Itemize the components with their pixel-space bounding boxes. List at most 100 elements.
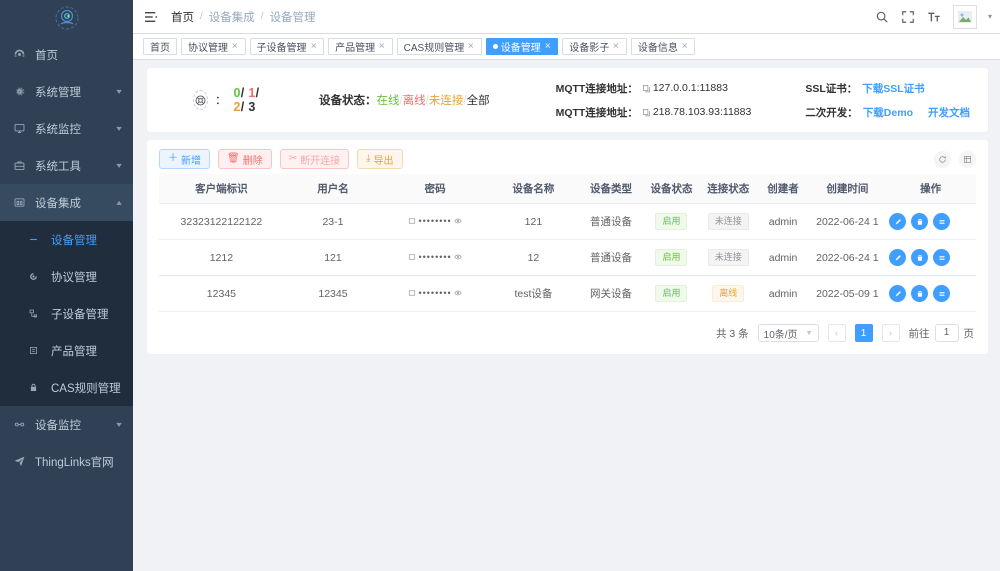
chevron-down-icon[interactable]: ▾ (988, 12, 992, 21)
status-filter-unconnected[interactable]: 未连接 (429, 95, 464, 107)
sidebar: 首页 系统管理 ▾ 系统监控 ▾ 系统工具 ▾ 设备集成 ▴ 设备管理 协议管理… (0, 0, 133, 571)
more-icon[interactable] (933, 249, 951, 266)
col-device-name[interactable]: 设备名称 (488, 174, 579, 204)
col-username[interactable]: 用户名 (283, 174, 383, 204)
close-icon[interactable]: ✕ (310, 42, 317, 52)
next-page-button[interactable]: › (881, 324, 900, 342)
sidebar-item-device-integration[interactable]: 设备集成 ▴ (0, 184, 133, 221)
close-icon[interactable]: ✕ (544, 42, 551, 52)
chevron-down-icon: ▾ (116, 87, 122, 96)
tab-device-info[interactable]: 设备信息 ✕ (630, 38, 696, 55)
breadcrumb-item[interactable]: 设备集成 (209, 9, 255, 25)
cell-password: •••••••• (382, 275, 489, 312)
tab-device-manage[interactable]: 设备管理 ✕ (485, 38, 559, 55)
dev-docs-link[interactable]: 开发文档 (928, 105, 970, 120)
close-icon[interactable]: ✕ (468, 42, 475, 52)
tab-label: 产品管理 (335, 43, 376, 54)
column-settings-icon[interactable] (959, 150, 976, 168)
sidebar-item-product-manage[interactable]: 产品管理 (0, 332, 133, 369)
page-jump-input[interactable]: 1 (934, 324, 959, 342)
table-row[interactable]: 1212 121 •••••••• 12 普通设备 启用 未连接 admin 2… (159, 239, 976, 276)
cell-device-status: 启用 (643, 203, 700, 240)
cell-password: •••••••• (382, 239, 489, 276)
cell-username: 12345 (283, 275, 383, 312)
search-icon[interactable] (875, 9, 890, 24)
fingerprint-logo-icon (54, 5, 80, 31)
download-demo-link[interactable]: 下载Demo (863, 105, 913, 120)
col-create-time[interactable]: 创建时间 (809, 174, 886, 204)
col-password[interactable]: 密码 (382, 174, 489, 204)
copy-icon[interactable] (642, 84, 651, 93)
sidebar-item-subdevice-manage[interactable]: 子设备管理 (0, 295, 133, 332)
breadcrumb-separator: / (260, 11, 264, 22)
delete-icon[interactable] (911, 213, 929, 230)
status-filter-offline[interactable]: 离线 (403, 95, 426, 107)
sidebar-item-thinglinks-website[interactable]: ThingLinks官网 (0, 443, 133, 480)
password-display: •••••••• (408, 216, 462, 226)
edit-icon[interactable] (889, 285, 907, 302)
avatar[interactable] (952, 4, 977, 29)
more-icon[interactable] (933, 285, 951, 302)
edit-icon[interactable] (889, 213, 907, 230)
sidebar-item-system-manage[interactable]: 系统管理 ▾ (0, 73, 133, 110)
close-icon[interactable]: ✕ (378, 42, 385, 52)
tab-home[interactable]: 首页 (143, 38, 177, 55)
col-client-id[interactable]: 客户端标识 (159, 174, 284, 204)
page-number-1[interactable]: 1 (854, 324, 873, 342)
sidebar-item-device-manage[interactable]: 设备管理 (0, 221, 133, 258)
export-button[interactable]: ⤓ 导出 (357, 149, 403, 169)
close-icon[interactable]: ✕ (231, 42, 238, 52)
delete-icon[interactable] (911, 285, 929, 302)
tab-cas-rule-manage[interactable]: CAS规则管理 ✕ (396, 38, 482, 55)
sidebar-item-home[interactable]: 首页 (0, 36, 133, 73)
count-unconnected: 2 (233, 100, 241, 114)
tab-device-shadow[interactable]: 设备影子 ✕ (562, 38, 627, 55)
status-filter-online[interactable]: 在线 (376, 95, 399, 107)
status-filter-all[interactable]: 全部 (467, 95, 490, 107)
close-icon[interactable]: ✕ (613, 42, 620, 52)
tab-product-manage[interactable]: 产品管理 ✕ (328, 38, 393, 55)
ssl-and-dev-links: SSL证书： 下载SSL证书 二次开发： 下载Demo 开发文档 (805, 81, 970, 120)
delete-icon[interactable] (911, 249, 929, 266)
close-icon[interactable]: ✕ (681, 42, 688, 52)
edit-icon[interactable] (889, 249, 907, 266)
prev-page-button[interactable]: ‹ (827, 324, 846, 342)
cell-client-id: 12345 (159, 275, 284, 312)
col-operations[interactable]: 操作 (885, 174, 976, 204)
hamburger-menu-icon[interactable] (143, 10, 159, 24)
col-device-status[interactable]: 设备状态 (643, 174, 700, 204)
more-icon[interactable] (933, 213, 951, 230)
disconnect-button[interactable]: ✂ 断开连接 (279, 149, 350, 169)
sidebar-nav: 首页 系统管理 ▾ 系统监控 ▾ 系统工具 ▾ 设备集成 ▴ 设备管理 协议管理… (0, 36, 133, 571)
tab-subdevice-manage[interactable]: 子设备管理 ✕ (249, 38, 325, 55)
sidebar-item-cas-rule-manage[interactable]: CAS规则管理 (0, 369, 133, 406)
protocol-icon (28, 271, 45, 282)
sidebar-logo[interactable] (0, 0, 133, 36)
pagination-total: 共 3 条 (715, 327, 749, 340)
col-device-type[interactable]: 设备类型 (578, 174, 644, 204)
font-size-icon[interactable] (927, 9, 942, 24)
copy-icon[interactable] (642, 108, 651, 117)
fullscreen-icon[interactable] (901, 9, 916, 24)
refresh-icon[interactable] (934, 150, 951, 168)
sidebar-item-label: 系统管理 (35, 86, 81, 99)
table-row[interactable]: 32323122122122 23-1 •••••••• 121 普通设备 启用… (159, 203, 976, 240)
lifebuoy-icon (193, 90, 208, 110)
col-conn-status[interactable]: 连接状态 (699, 174, 757, 204)
subdevice-icon (28, 308, 45, 319)
sidebar-item-device-monitor[interactable]: 设备监控 ▾ (0, 406, 133, 443)
add-button[interactable]: ＋ 新增 (159, 149, 210, 169)
cell-create-time: 2022-06-24 1 (809, 239, 886, 276)
cell-create-time: 2022-05-09 1 (809, 275, 886, 312)
sidebar-item-system-tools[interactable]: 系统工具 ▾ (0, 147, 133, 184)
download-ssl-cert-link[interactable]: 下载SSL证书 (862, 81, 924, 96)
tab-protocol-manage[interactable]: 协议管理 ✕ (181, 38, 246, 55)
sidebar-item-protocol-manage[interactable]: 协议管理 (0, 258, 133, 295)
chevron-down-icon: ▼ (805, 329, 813, 337)
sidebar-item-system-monitor[interactable]: 系统监控 ▾ (0, 110, 133, 147)
breadcrumb-item[interactable]: 首页 (171, 9, 194, 25)
col-creator[interactable]: 创建者 (756, 174, 810, 204)
delete-button[interactable]: 🗑 删除 (218, 149, 272, 169)
page-size-select[interactable]: 10条/页 ▼ (757, 324, 819, 342)
table-row[interactable]: 12345 12345 •••••••• test设备 网关设备 启用 离线 a… (159, 275, 976, 312)
